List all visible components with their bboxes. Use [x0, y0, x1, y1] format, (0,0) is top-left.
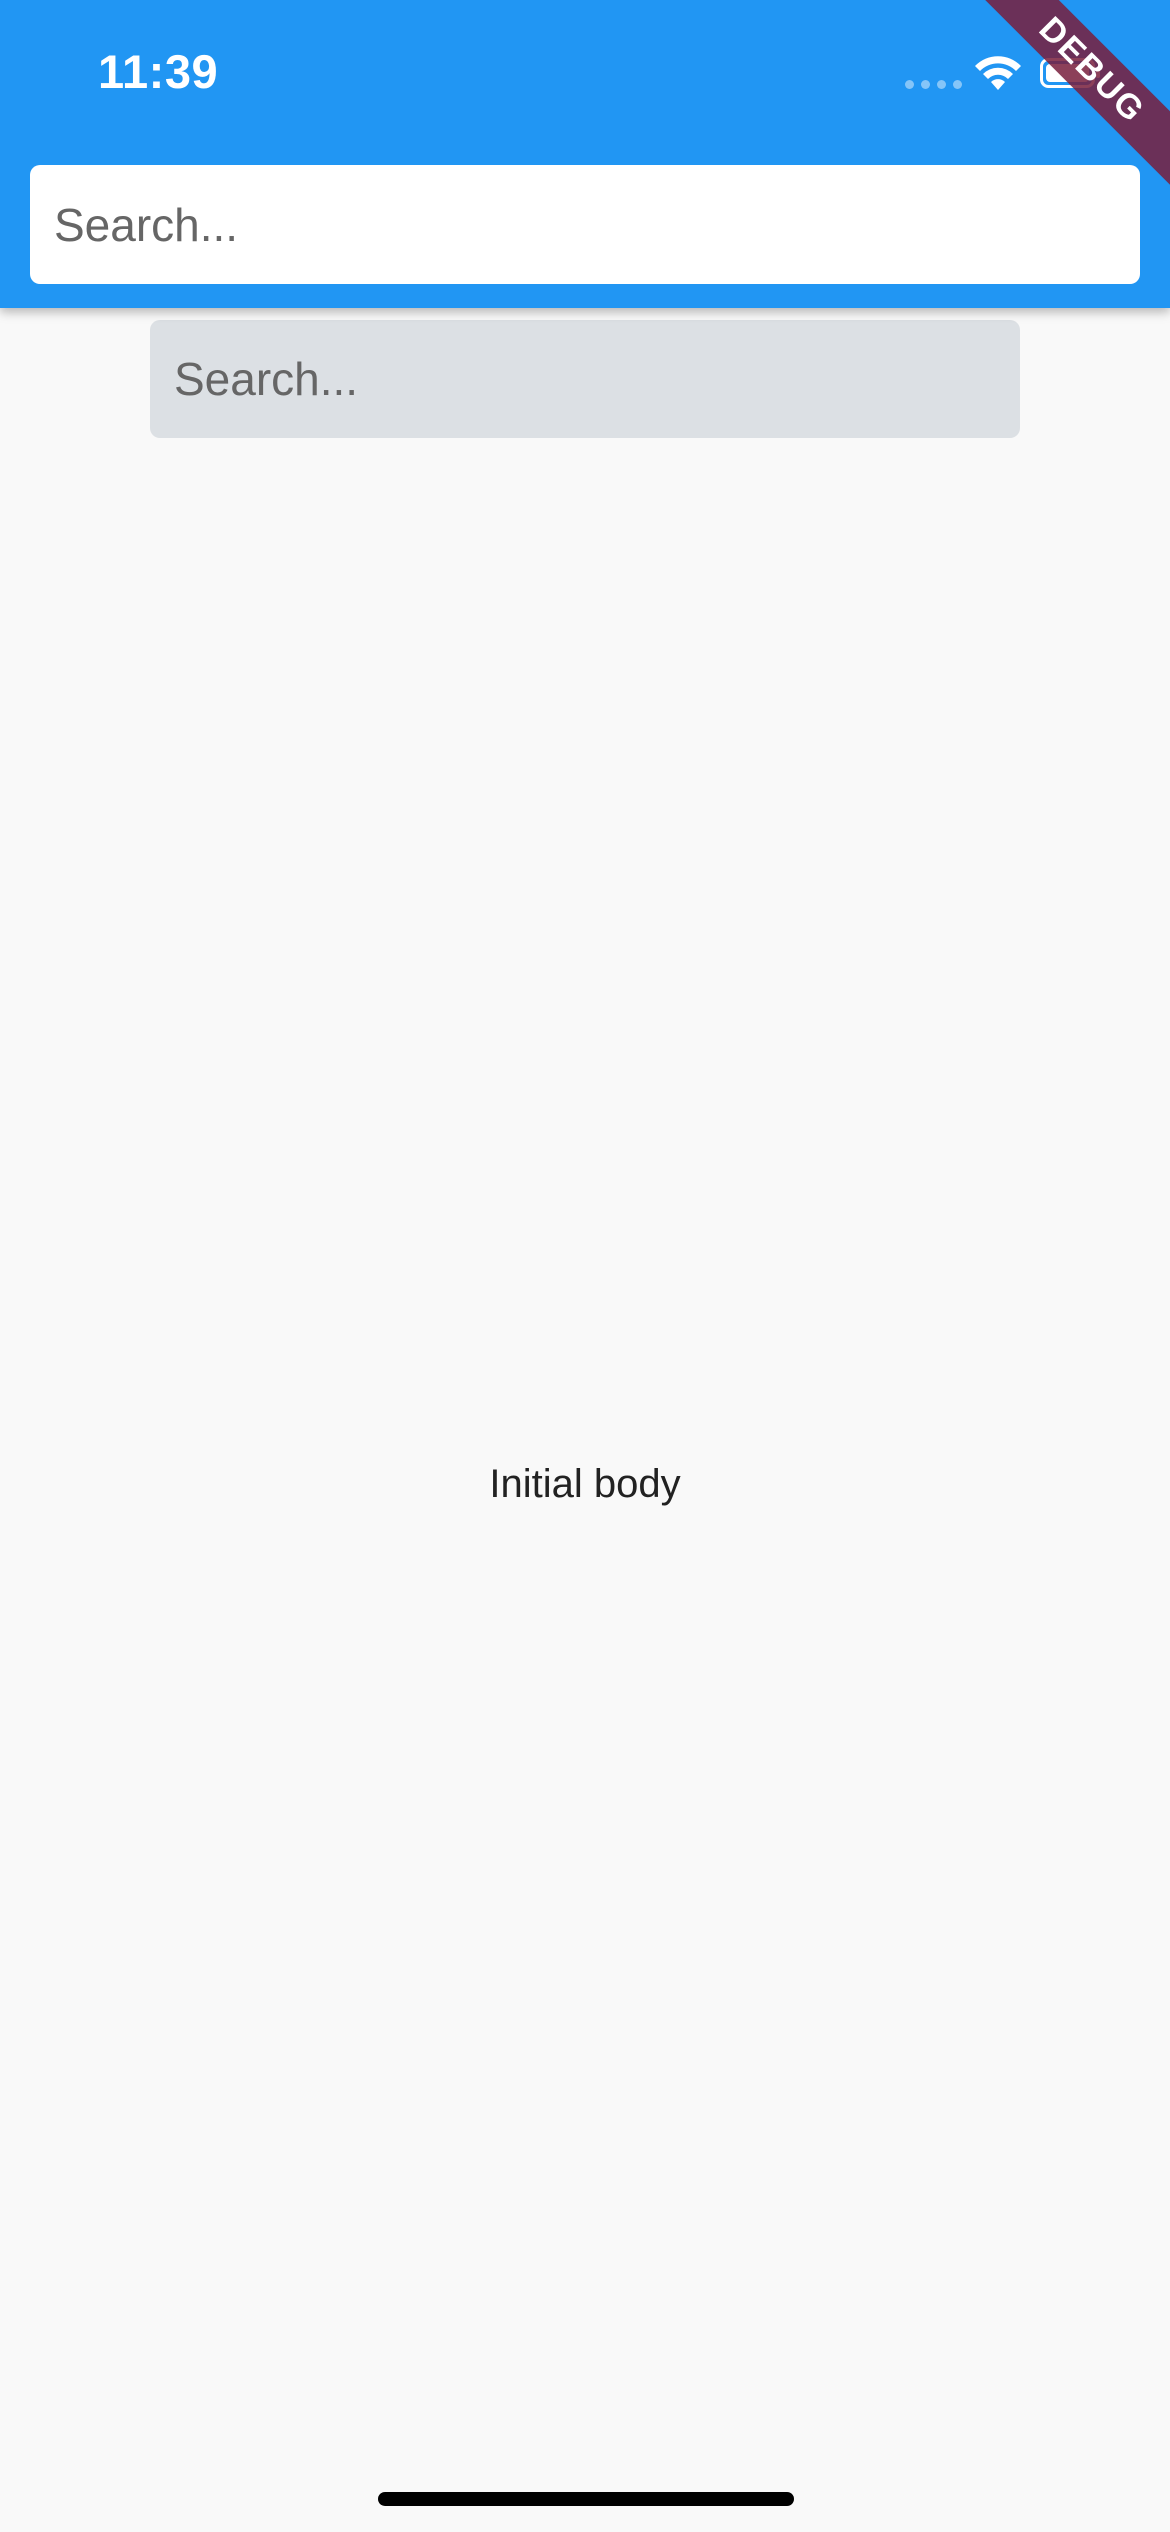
appbar-search-field[interactable]	[30, 165, 1140, 284]
body-search-field[interactable]	[150, 320, 1020, 438]
body-text: Initial body	[489, 1462, 681, 1506]
status-time: 11:39	[98, 45, 219, 98]
app-bar: 11:39	[0, 0, 1170, 308]
wifi-icon	[975, 56, 1021, 90]
appbar-search-input[interactable]	[54, 197, 1116, 252]
body-search-input[interactable]	[174, 352, 996, 406]
signal-dots-icon	[905, 80, 962, 89]
app-screen: 11:39 Initial body DEBUG	[0, 0, 1170, 2532]
status-bar: 11:39	[0, 0, 1170, 150]
home-indicator[interactable]	[378, 2492, 794, 2506]
battery-icon	[1040, 58, 1100, 88]
